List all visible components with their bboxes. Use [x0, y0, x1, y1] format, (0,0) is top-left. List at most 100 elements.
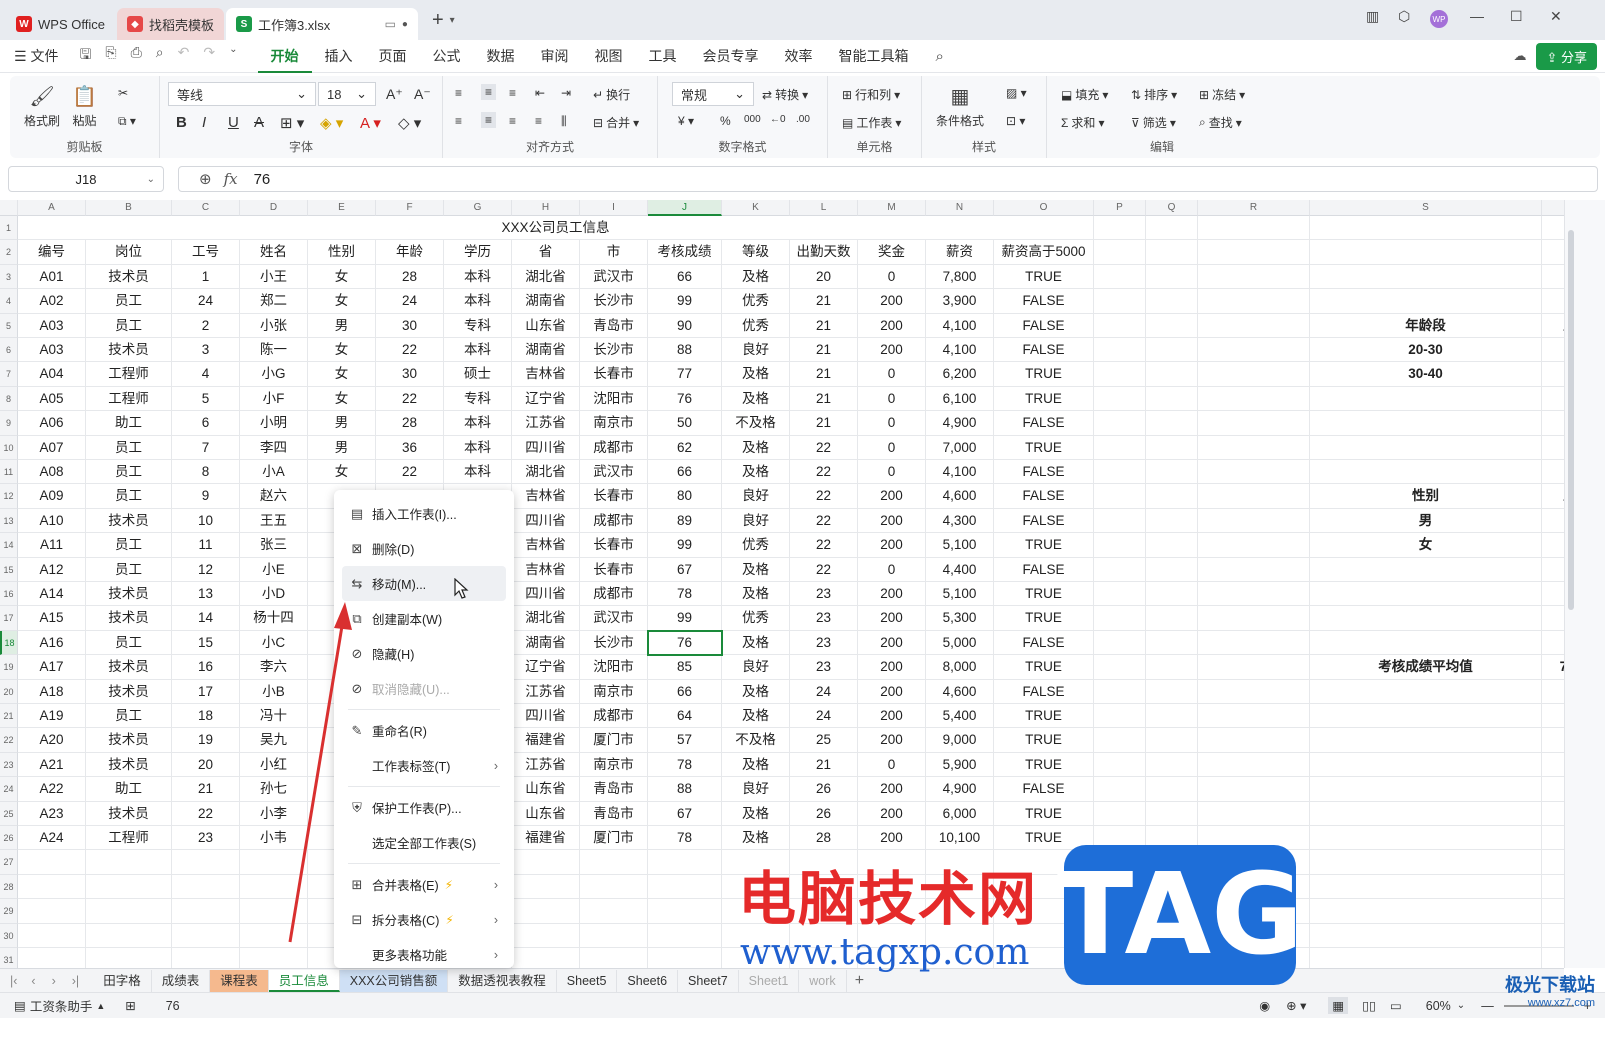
table-cell[interactable]: 22 [790, 484, 858, 509]
table-cell[interactable]: 200 [858, 728, 926, 753]
grid-cell[interactable] [1310, 728, 1542, 753]
table-cell[interactable]: 青岛市 [580, 801, 648, 826]
table-cell[interactable]: 四川省 [512, 582, 580, 607]
grid-cell[interactable] [1094, 411, 1146, 436]
paste-button[interactable]: 📋 粘贴 [72, 84, 97, 129]
table-cell[interactable]: 沈阳市 [580, 386, 648, 412]
context-menu-item[interactable]: ⊞ 合并表格(E) ⚡ › [334, 867, 514, 902]
grid-cell[interactable] [1310, 216, 1542, 241]
table-cell[interactable]: 21 [790, 386, 858, 412]
table-cell[interactable]: 本科 [444, 264, 512, 290]
table-cell[interactable]: 员工 [86, 289, 172, 314]
grid-cell[interactable] [1198, 435, 1310, 460]
table-cell[interactable]: 0 [858, 411, 926, 436]
column-header-cell[interactable]: 出勤天数 [790, 240, 858, 265]
table-cell[interactable]: 6 [172, 411, 240, 436]
sheet-tab-schedule[interactable]: 课程表 [210, 969, 269, 992]
table-cell[interactable]: 及格 [722, 704, 790, 729]
grid-cell[interactable] [1310, 411, 1542, 436]
average-label-cell[interactable]: 考核成绩平均值 [1310, 655, 1542, 680]
menu-home[interactable]: 开始 [257, 40, 312, 73]
column-header-cell[interactable]: 考核成绩 [648, 240, 722, 265]
table-cell[interactable]: 3,900 [926, 289, 994, 314]
menu-data[interactable]: 数据 [474, 40, 528, 73]
column-header-cell[interactable]: 等级 [722, 240, 790, 265]
more-chevron-icon[interactable]: ⌄ [229, 44, 237, 68]
menu-efficiency[interactable]: 效率 [772, 40, 826, 73]
table-cell[interactable]: 福建省 [512, 826, 580, 851]
table-cell[interactable]: 90 [648, 313, 722, 338]
table-cell[interactable]: TRUE [994, 752, 1094, 778]
table-cell[interactable]: 良好 [722, 655, 790, 680]
copy-icon[interactable]: ⧉ ▾ [118, 114, 136, 129]
table-cell[interactable]: 3 [172, 338, 240, 363]
table-cell[interactable]: 200 [858, 533, 926, 558]
table-cell[interactable]: A09 [18, 484, 86, 509]
table-cell[interactable]: 5,900 [926, 752, 994, 778]
summary-cell[interactable]: 11 [1542, 508, 1564, 534]
grid-cell[interactable] [86, 850, 172, 875]
table-cell[interactable]: 4,300 [926, 508, 994, 534]
context-menu-item[interactable]: ⊠ 删除(D) [334, 531, 514, 566]
table-cell[interactable]: 女 [308, 362, 376, 387]
grid-cell[interactable] [1198, 801, 1310, 826]
column-header[interactable]: K [722, 200, 790, 216]
table-cell[interactable]: 吉林省 [512, 533, 580, 558]
table-cell[interactable]: 技术员 [86, 679, 172, 704]
table-cell[interactable]: 6,000 [926, 801, 994, 826]
avatar[interactable]: WP [1430, 10, 1448, 28]
calc-icon[interactable]: ⊞ [125, 998, 135, 1013]
table-cell[interactable]: TRUE [994, 435, 1094, 460]
column-header[interactable]: F [376, 200, 444, 216]
table-cell[interactable]: 专科 [444, 386, 512, 412]
table-cell[interactable]: 22 [790, 533, 858, 558]
grid-cell[interactable] [1094, 435, 1146, 460]
grid-cell[interactable] [1198, 704, 1310, 729]
grid-cell[interactable] [1094, 801, 1146, 826]
table-cell[interactable]: 23 [790, 655, 858, 680]
row-header[interactable]: 21 [0, 704, 18, 729]
zoom-formula-icon[interactable]: ⊕ [199, 170, 212, 188]
grid-cell[interactable] [1542, 265, 1564, 290]
grid-cell[interactable] [1310, 826, 1542, 851]
cloud-icon[interactable]: ☁ [1513, 48, 1526, 64]
table-cell[interactable]: 10,100 [926, 826, 994, 851]
table-cell[interactable]: 四川省 [512, 435, 580, 460]
row-header[interactable]: 19 [0, 655, 18, 680]
table-cell[interactable]: 及格 [722, 801, 790, 826]
table-cell[interactable]: A03 [18, 338, 86, 363]
grid-cell[interactable] [1198, 728, 1310, 753]
table-cell[interactable]: 22 [376, 460, 444, 485]
table-cell[interactable]: 200 [858, 313, 926, 338]
row-header[interactable]: 29 [0, 899, 18, 924]
table-cell[interactable]: TRUE [994, 386, 1094, 412]
table-cell[interactable]: 及格 [722, 460, 790, 485]
context-menu-item[interactable]: ▤ 插入工作表(I)... [334, 496, 514, 531]
table-cell[interactable]: 优秀 [722, 606, 790, 631]
row-header[interactable]: 23 [0, 752, 18, 778]
column-header[interactable]: R [1198, 200, 1310, 216]
context-menu-item[interactable]: ⊟ 拆分表格(C) ⚡ › [334, 902, 514, 937]
table-cell[interactable]: 22 [172, 801, 240, 826]
table-cell[interactable]: 6,200 [926, 362, 994, 387]
first-sheet-icon[interactable]: |‹ [10, 974, 17, 988]
table-cell[interactable]: FALSE [994, 630, 1094, 656]
grid-cell[interactable] [1146, 630, 1198, 656]
table-cell[interactable]: 男 [308, 313, 376, 338]
table-cell[interactable]: 200 [858, 606, 926, 631]
sum-button[interactable]: Σ 求和 ▾ [1061, 114, 1104, 131]
grid-cell[interactable] [1094, 508, 1146, 534]
table-cell[interactable]: 厦门市 [580, 728, 648, 753]
summary-cell[interactable]: 8 [1542, 362, 1564, 387]
column-header-cell[interactable]: 性别 [308, 240, 376, 265]
grid-cell[interactable] [1198, 582, 1310, 607]
row-header[interactable]: 14 [0, 533, 18, 558]
sheet-tab-grades[interactable]: 成绩表 [152, 969, 211, 992]
grid-cell[interactable] [1146, 435, 1198, 460]
table-cell[interactable]: 本科 [444, 435, 512, 460]
decrease-decimal-icon[interactable]: .00 [796, 114, 810, 125]
column-header-cell[interactable]: 年龄 [376, 240, 444, 265]
grid-cell[interactable] [1310, 435, 1542, 460]
summary-cell[interactable]: 男 [1310, 508, 1542, 534]
row-header[interactable]: 26 [0, 826, 18, 851]
